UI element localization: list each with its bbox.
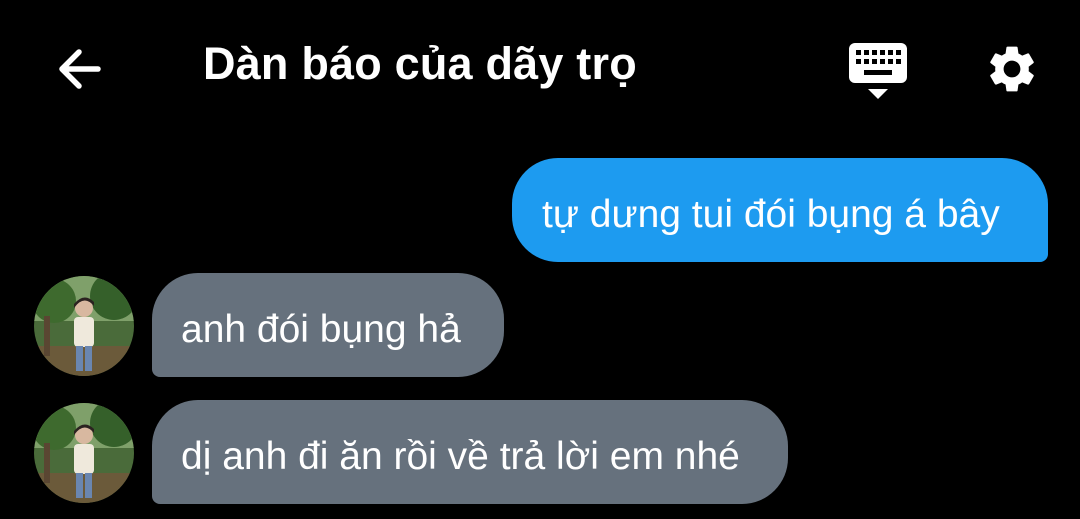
arrow-left-icon: [59, 49, 101, 89]
keyboard-icon: [849, 43, 907, 99]
back-button[interactable]: [52, 44, 108, 94]
message-text: tự dưng tui đói bụng á bây: [542, 193, 1000, 236]
chat-title: Dàn báo của dãy trọ: [203, 38, 637, 89]
keyboard-toggle-button[interactable]: [846, 40, 910, 102]
message-bubble-sent[interactable]: tự dưng tui đói bụng á bây: [512, 158, 1048, 262]
sender-avatar[interactable]: [34, 276, 134, 376]
chat-header: Dàn báo của dãy trọ: [0, 0, 1080, 135]
avatar-photo: [34, 276, 134, 376]
message-bubble-received[interactable]: anh đói bụng hả: [152, 273, 504, 377]
avatar-photo: [34, 403, 134, 503]
message-text: dị anh đi ăn rồi về trả lời em nhé: [181, 435, 740, 478]
message-text: anh đói bụng hả: [181, 308, 461, 351]
gear-icon: [990, 46, 1034, 92]
settings-button[interactable]: [984, 41, 1040, 97]
message-bubble-received[interactable]: dị anh đi ăn rồi về trả lời em nhé: [152, 400, 788, 504]
sender-avatar[interactable]: [34, 403, 134, 503]
